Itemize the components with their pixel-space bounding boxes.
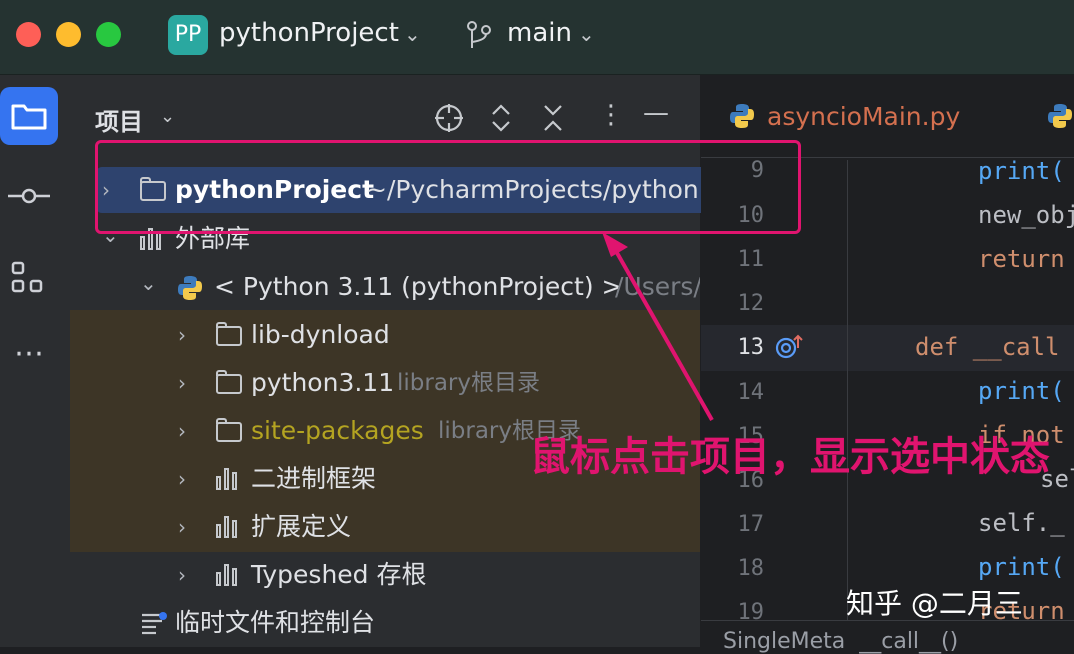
annotation-text: 鼠标点击项目，显示选中状态: [530, 434, 1050, 480]
annotation-arrow: [602, 232, 714, 421]
watermark: 知乎 @二月三: [846, 587, 1023, 620]
